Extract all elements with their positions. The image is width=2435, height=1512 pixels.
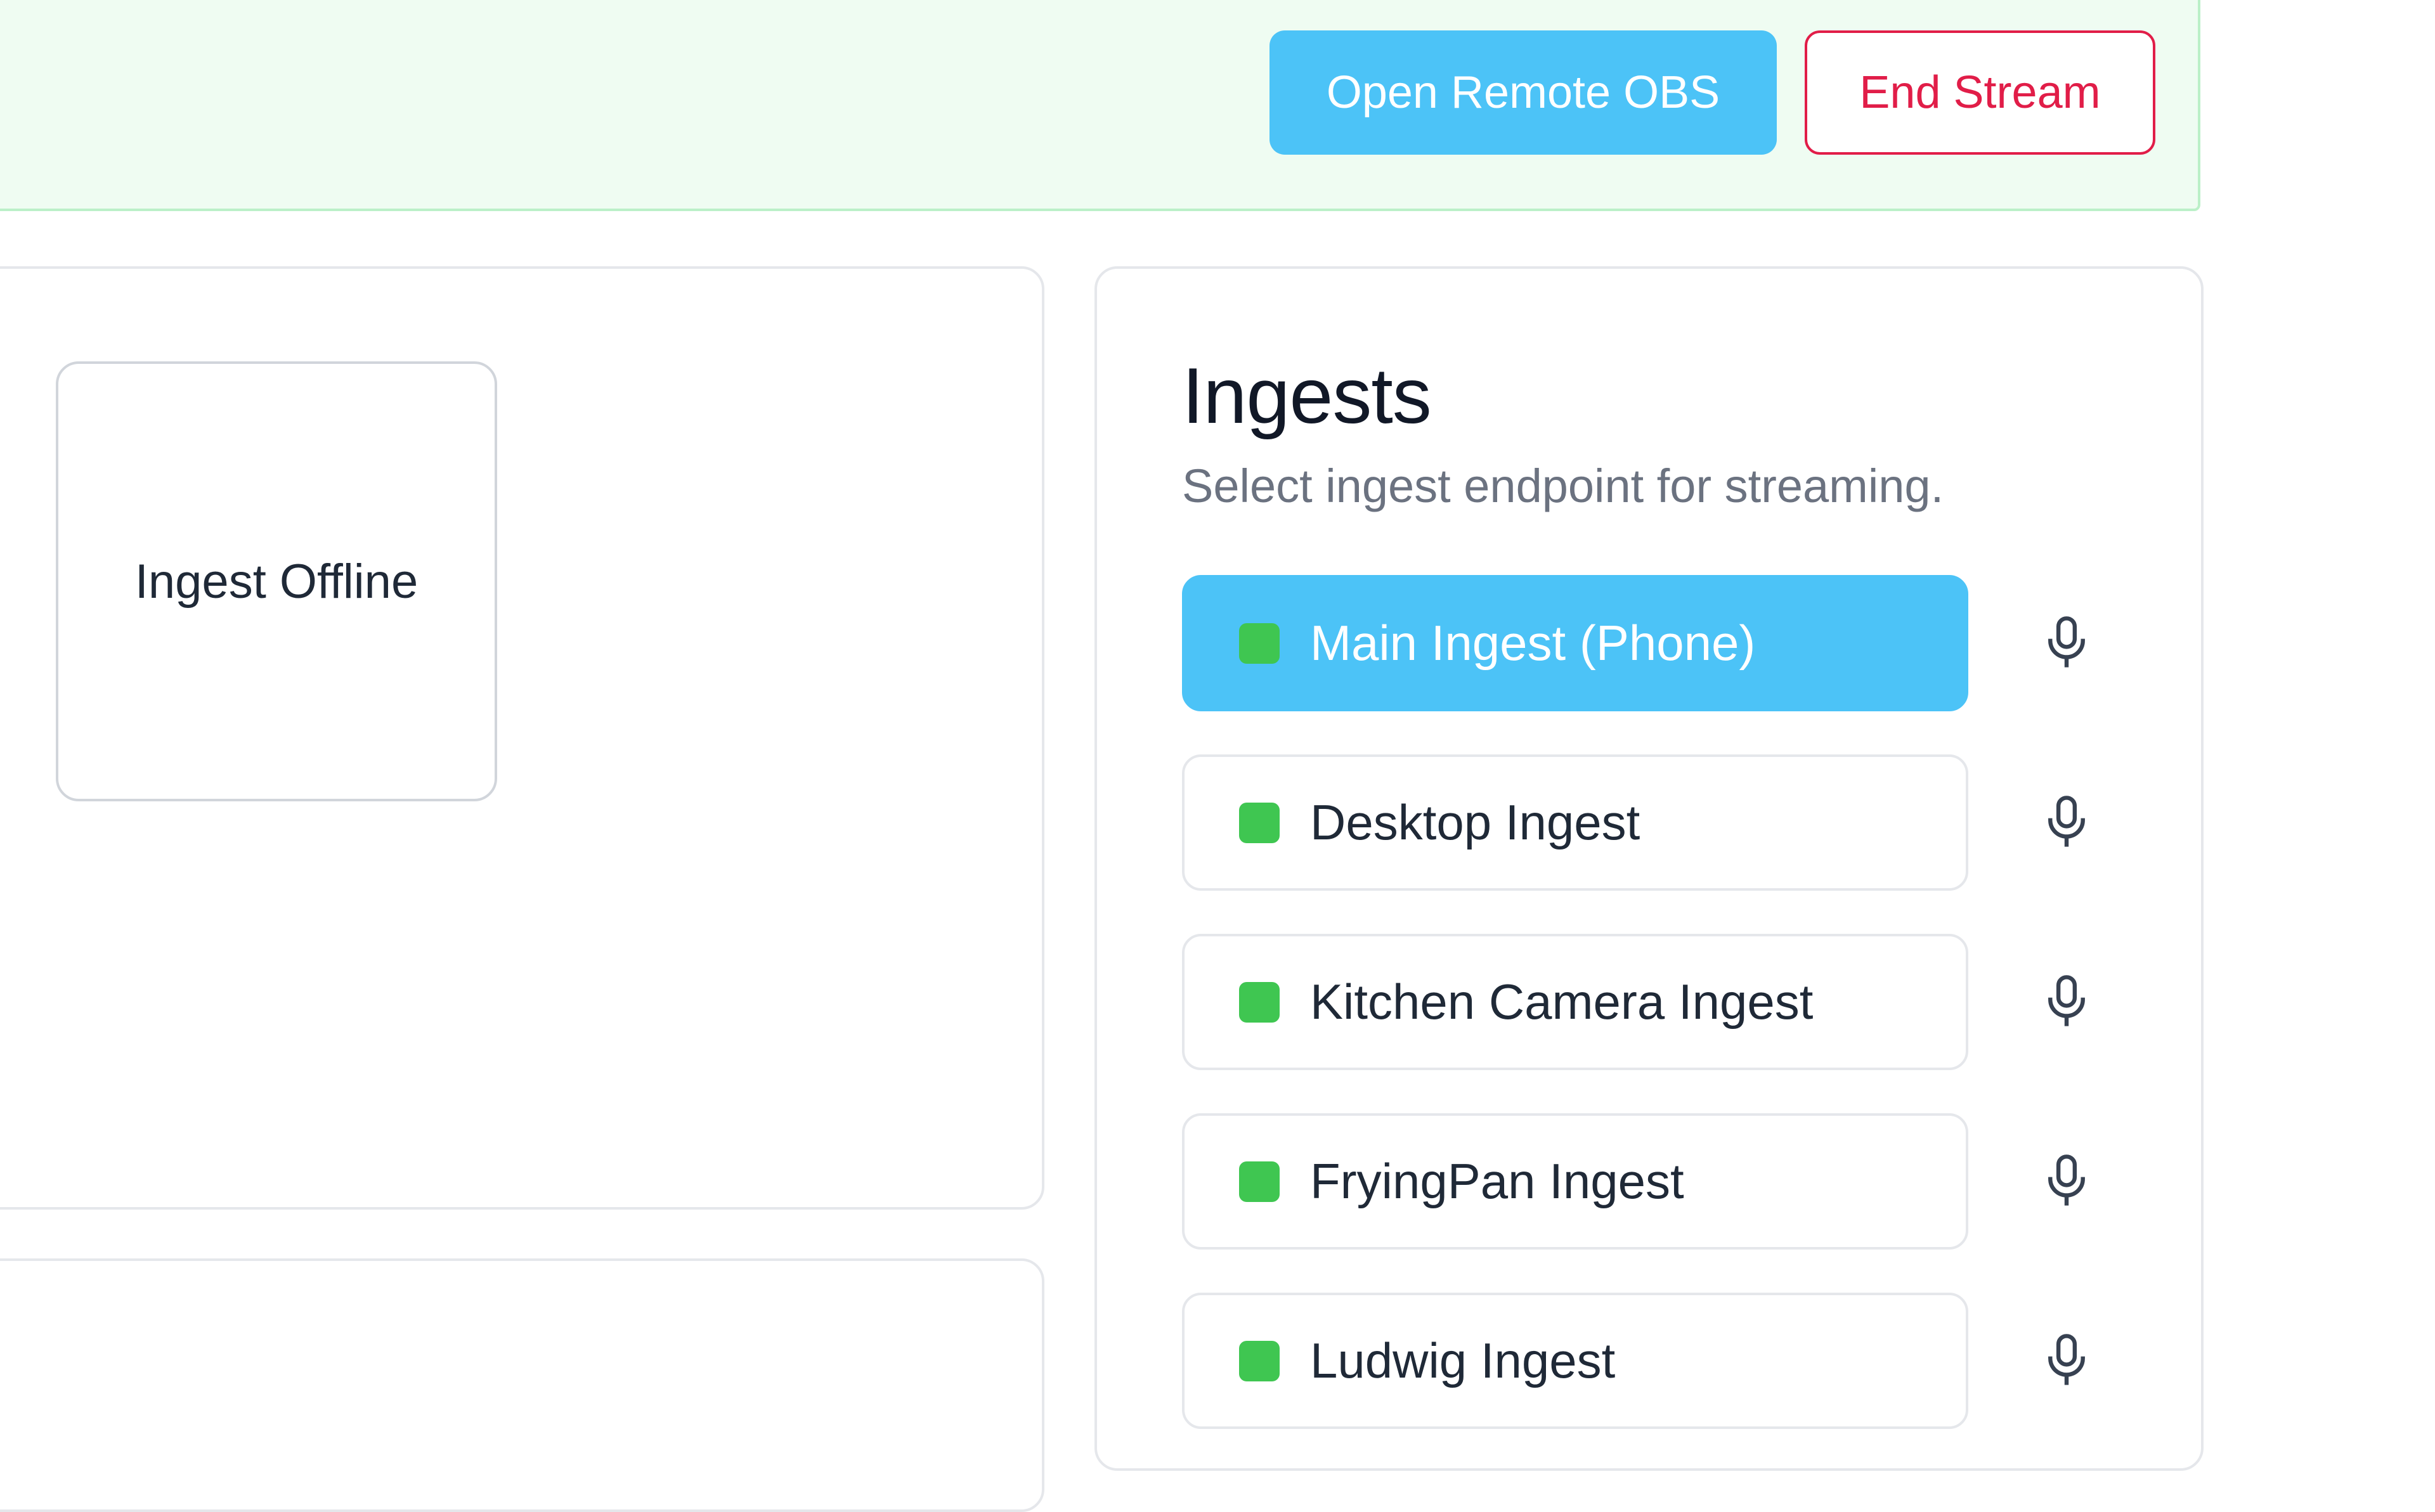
ingest-item-label: Desktop Ingest bbox=[1310, 794, 1640, 850]
ingest-item-label: Kitchen Camera Ingest bbox=[1310, 974, 1814, 1030]
ingest-item-kitchen-camera[interactable]: Kitchen Camera Ingest bbox=[1182, 934, 1968, 1070]
online-status-icon bbox=[1239, 981, 1280, 1023]
online-status-icon bbox=[1239, 623, 1280, 664]
end-stream-button[interactable]: End Stream bbox=[1805, 30, 2155, 155]
list-item: Kitchen Camera Ingest bbox=[1182, 934, 2146, 1070]
list-item: Main Ingest (Phone) bbox=[1182, 575, 2146, 711]
secondary-card bbox=[0, 1258, 1044, 1512]
list-item: Ludwig Ingest bbox=[1182, 1293, 2146, 1429]
ingest-item-desktop[interactable]: Desktop Ingest bbox=[1182, 754, 1968, 891]
list-item: Desktop Ingest bbox=[1182, 754, 2146, 891]
ingests-panel: Ingests Select ingest endpoint for strea… bbox=[1094, 266, 2204, 1471]
ingest-item-label: Ludwig Ingest bbox=[1310, 1333, 1616, 1388]
ingest-item-main-phone[interactable]: Main Ingest (Phone) bbox=[1182, 575, 1968, 711]
ingest-item-label: FryingPan Ingest bbox=[1310, 1153, 1684, 1209]
online-status-icon bbox=[1239, 802, 1280, 843]
ingest-item-ludwig[interactable]: Ludwig Ingest bbox=[1182, 1293, 1968, 1429]
online-status-icon bbox=[1239, 1161, 1280, 1202]
microphone-icon[interactable] bbox=[2041, 794, 2092, 851]
microphone-icon[interactable] bbox=[2041, 1332, 2092, 1389]
microphone-icon[interactable] bbox=[2041, 973, 2092, 1030]
list-item: FryingPan Ingest bbox=[1182, 1113, 2146, 1250]
online-status-icon bbox=[1239, 1340, 1280, 1381]
ingests-subtitle: Select ingest endpoint for streaming. bbox=[1182, 460, 1944, 512]
ingest-item-label: Main Ingest (Phone) bbox=[1310, 615, 1756, 671]
ingest-offline-placeholder: Ingest Offline bbox=[56, 361, 497, 801]
microphone-icon[interactable] bbox=[2041, 1153, 2092, 1210]
microphone-icon[interactable] bbox=[2041, 614, 2092, 671]
ingests-title: Ingests bbox=[1182, 352, 1432, 440]
ingest-item-fryingpan[interactable]: FryingPan Ingest bbox=[1182, 1113, 1968, 1250]
ingest-list: Main Ingest (Phone) Desktop Ingest Kitch… bbox=[1182, 575, 2146, 1472]
open-remote-obs-button[interactable]: Open Remote OBS bbox=[1269, 30, 1777, 155]
